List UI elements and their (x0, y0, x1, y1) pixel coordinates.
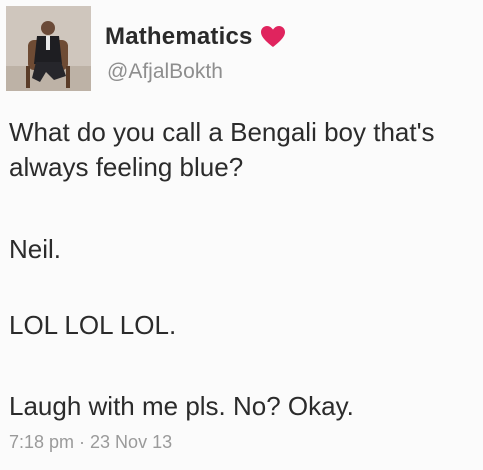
tweet-text-closing: Laugh with me pls. No? Okay. (9, 391, 354, 421)
tweet-card: Mathematics @AfjalBokth What do you call… (0, 0, 483, 470)
avatar-image (6, 6, 91, 91)
avatar[interactable] (6, 6, 91, 91)
tweet-text-laugh: LOL LOL LOL. (9, 310, 177, 340)
tweet-timestamp[interactable]: 7:18 pm · 23 Nov 13 (9, 432, 172, 453)
heart-icon (260, 26, 285, 47)
tweet-text-answer: Neil. (9, 234, 62, 264)
user-handle[interactable]: @AfjalBokth (107, 60, 223, 84)
display-name[interactable]: Mathematics (105, 23, 253, 51)
tweet-text-question: What do you call a Bengali boy that's al… (9, 117, 442, 182)
name-row: Mathematics (105, 22, 286, 52)
